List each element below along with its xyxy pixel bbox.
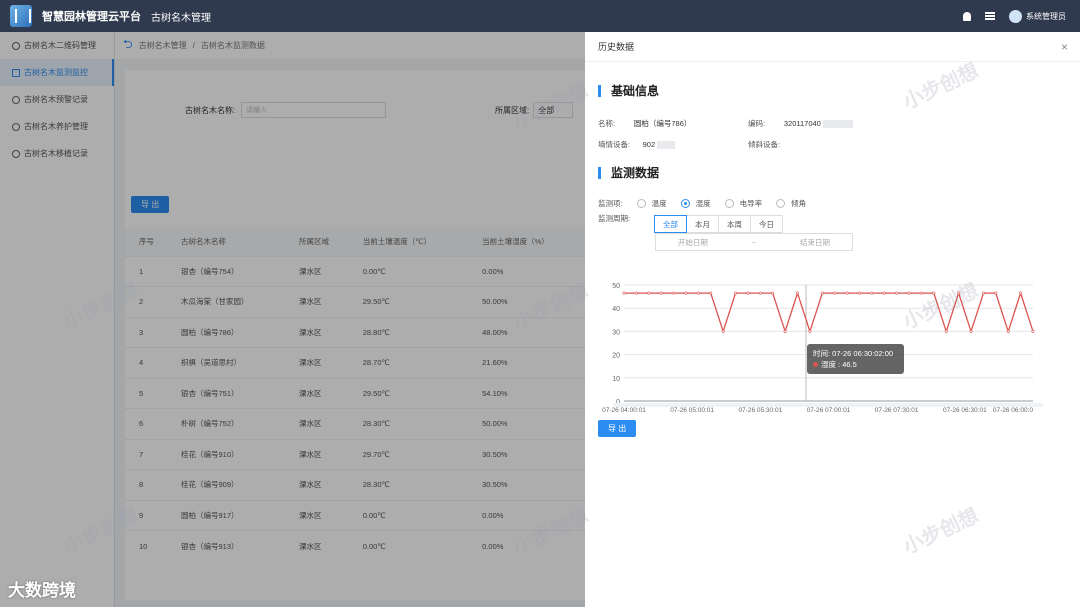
- data-point: [994, 291, 998, 295]
- data-point: [820, 291, 824, 295]
- device-info: 墒情设备: 902: [598, 139, 676, 150]
- radio-tilt-label[interactable]: 倾角: [791, 198, 806, 209]
- monitor-item-label: 监测项:: [598, 199, 623, 208]
- tooltip-dot: [813, 362, 818, 367]
- tab-month[interactable]: 本月: [686, 215, 719, 233]
- x-tick-label: 07-26 06:00:0: [993, 407, 1034, 414]
- data-point: [734, 291, 738, 295]
- tab-today[interactable]: 今日: [750, 215, 783, 233]
- start-date-input[interactable]: 开始日期: [678, 237, 708, 248]
- basic-info-title: 基础信息: [598, 85, 659, 97]
- drawer-export-button[interactable]: 导 出: [598, 420, 637, 437]
- data-point: [969, 329, 973, 333]
- radio-humidity[interactable]: [680, 199, 690, 208]
- monitor-item-group: 监测项: 温度 湿度 电导率 倾角: [598, 198, 806, 209]
- device-value: 902: [642, 140, 656, 149]
- data-point: [783, 329, 787, 333]
- end-date-input[interactable]: 结束日期: [800, 237, 830, 248]
- x-tick-label: 07-26 05:30:01: [738, 407, 782, 414]
- data-point: [634, 291, 638, 295]
- tilt-device-label: 倾斜设备:: [748, 140, 781, 149]
- data-point: [907, 291, 911, 295]
- name-label: 名称:: [598, 119, 616, 128]
- radio-tilt[interactable]: [776, 199, 786, 208]
- data-point: [895, 291, 899, 295]
- app-title: 智慧园林管理云平台: [42, 11, 141, 23]
- monitor-title: 监测数据: [598, 167, 659, 179]
- radio-conductivity-label[interactable]: 电导率: [740, 198, 763, 209]
- code-value: 320117040: [783, 119, 821, 128]
- data-point: [709, 291, 713, 295]
- y-tick-label: 10: [612, 376, 620, 383]
- code-info: 编码: 320117040: [748, 118, 853, 129]
- tab-week[interactable]: 本周: [718, 215, 751, 233]
- y-tick-label: 40: [612, 306, 620, 313]
- data-point: [746, 291, 750, 295]
- data-point: [771, 291, 775, 295]
- period-label: 监测周期:: [598, 214, 631, 223]
- user-name: 系统管理员: [1026, 11, 1066, 21]
- radio-conductivity[interactable]: [724, 199, 734, 208]
- data-point: [833, 291, 837, 295]
- chart-tooltip: 时间: 07-26 06:30:02:00 湿度 : 46.5: [807, 344, 904, 374]
- x-tick-label: 07-26 07:30:01: [875, 407, 919, 414]
- radio-humidity-label[interactable]: 湿度: [696, 198, 711, 209]
- data-point: [1006, 329, 1010, 333]
- x-tick-label: 07-26 04:00:01: [602, 407, 646, 414]
- data-point: [882, 291, 886, 295]
- data-point: [796, 291, 800, 295]
- radio-temperature[interactable]: [636, 199, 646, 208]
- data-point: [1031, 329, 1035, 333]
- radio-temperature-label[interactable]: 温度: [652, 198, 667, 209]
- tooltip-value: 湿度 : 46.5: [821, 360, 857, 369]
- app-logo: [10, 5, 32, 27]
- period-tabs: 全部 本月 本周 今日: [654, 215, 783, 233]
- y-tick-label: 50: [612, 283, 620, 290]
- redacted-block: [657, 141, 676, 150]
- x-tick-label: 07-26 05:00:01: [670, 407, 714, 414]
- y-tick-label: 20: [612, 353, 620, 360]
- module-title[interactable]: 古树名木管理: [151, 9, 211, 24]
- data-point: [684, 291, 688, 295]
- name-info: 名称: 圆柏（编号786）: [598, 118, 691, 129]
- top-bar: 智慧园林管理云平台 古树名木管理 系统管理员: [0, 0, 1080, 32]
- data-point: [857, 291, 861, 295]
- chart-zoom-bar: [614, 403, 1043, 407]
- data-point: [672, 291, 676, 295]
- tab-all[interactable]: 全部: [654, 215, 687, 233]
- data-point: [647, 291, 651, 295]
- data-point: [981, 291, 985, 295]
- device-label: 墒情设备:: [598, 140, 631, 149]
- data-point: [870, 291, 874, 295]
- tilt-device-info: 倾斜设备:: [748, 139, 780, 150]
- data-point: [944, 329, 948, 333]
- data-point: [1019, 291, 1023, 295]
- data-point: [622, 291, 626, 295]
- code-label: 编码:: [748, 119, 766, 128]
- menu-icon[interactable]: [985, 12, 995, 20]
- bell-icon[interactable]: [963, 11, 971, 21]
- data-point: [808, 329, 812, 333]
- close-icon[interactable]: ×: [1061, 40, 1068, 54]
- tooltip-time: 时间: 07-26 06:30:02:00: [813, 349, 894, 358]
- user-menu[interactable]: 系统管理员: [1009, 9, 1066, 23]
- data-point: [696, 291, 700, 295]
- data-point: [758, 291, 762, 295]
- redacted-block: [822, 120, 853, 129]
- date-range-picker[interactable]: 开始日期 ~ 结束日期: [655, 233, 853, 251]
- data-point: [721, 329, 725, 333]
- avatar: [1009, 9, 1022, 23]
- data-point: [919, 291, 923, 295]
- brand-watermark: 大数跨境: [8, 581, 76, 600]
- name-value: 圆柏（编号786）: [633, 119, 692, 128]
- y-tick-label: 30: [612, 329, 620, 336]
- date-range-separator: ~: [751, 237, 757, 247]
- x-tick-label: 07-26 06:30:01: [943, 407, 987, 414]
- history-drawer: 历史数据 × 基础信息 名称: 圆柏（编号786） 编码: 320117040 …: [585, 32, 1080, 607]
- x-tick-label: 07-26 07:00:01: [807, 407, 851, 414]
- data-point: [659, 291, 663, 295]
- data-point: [845, 291, 849, 295]
- drawer-title: 历史数据: [598, 42, 635, 52]
